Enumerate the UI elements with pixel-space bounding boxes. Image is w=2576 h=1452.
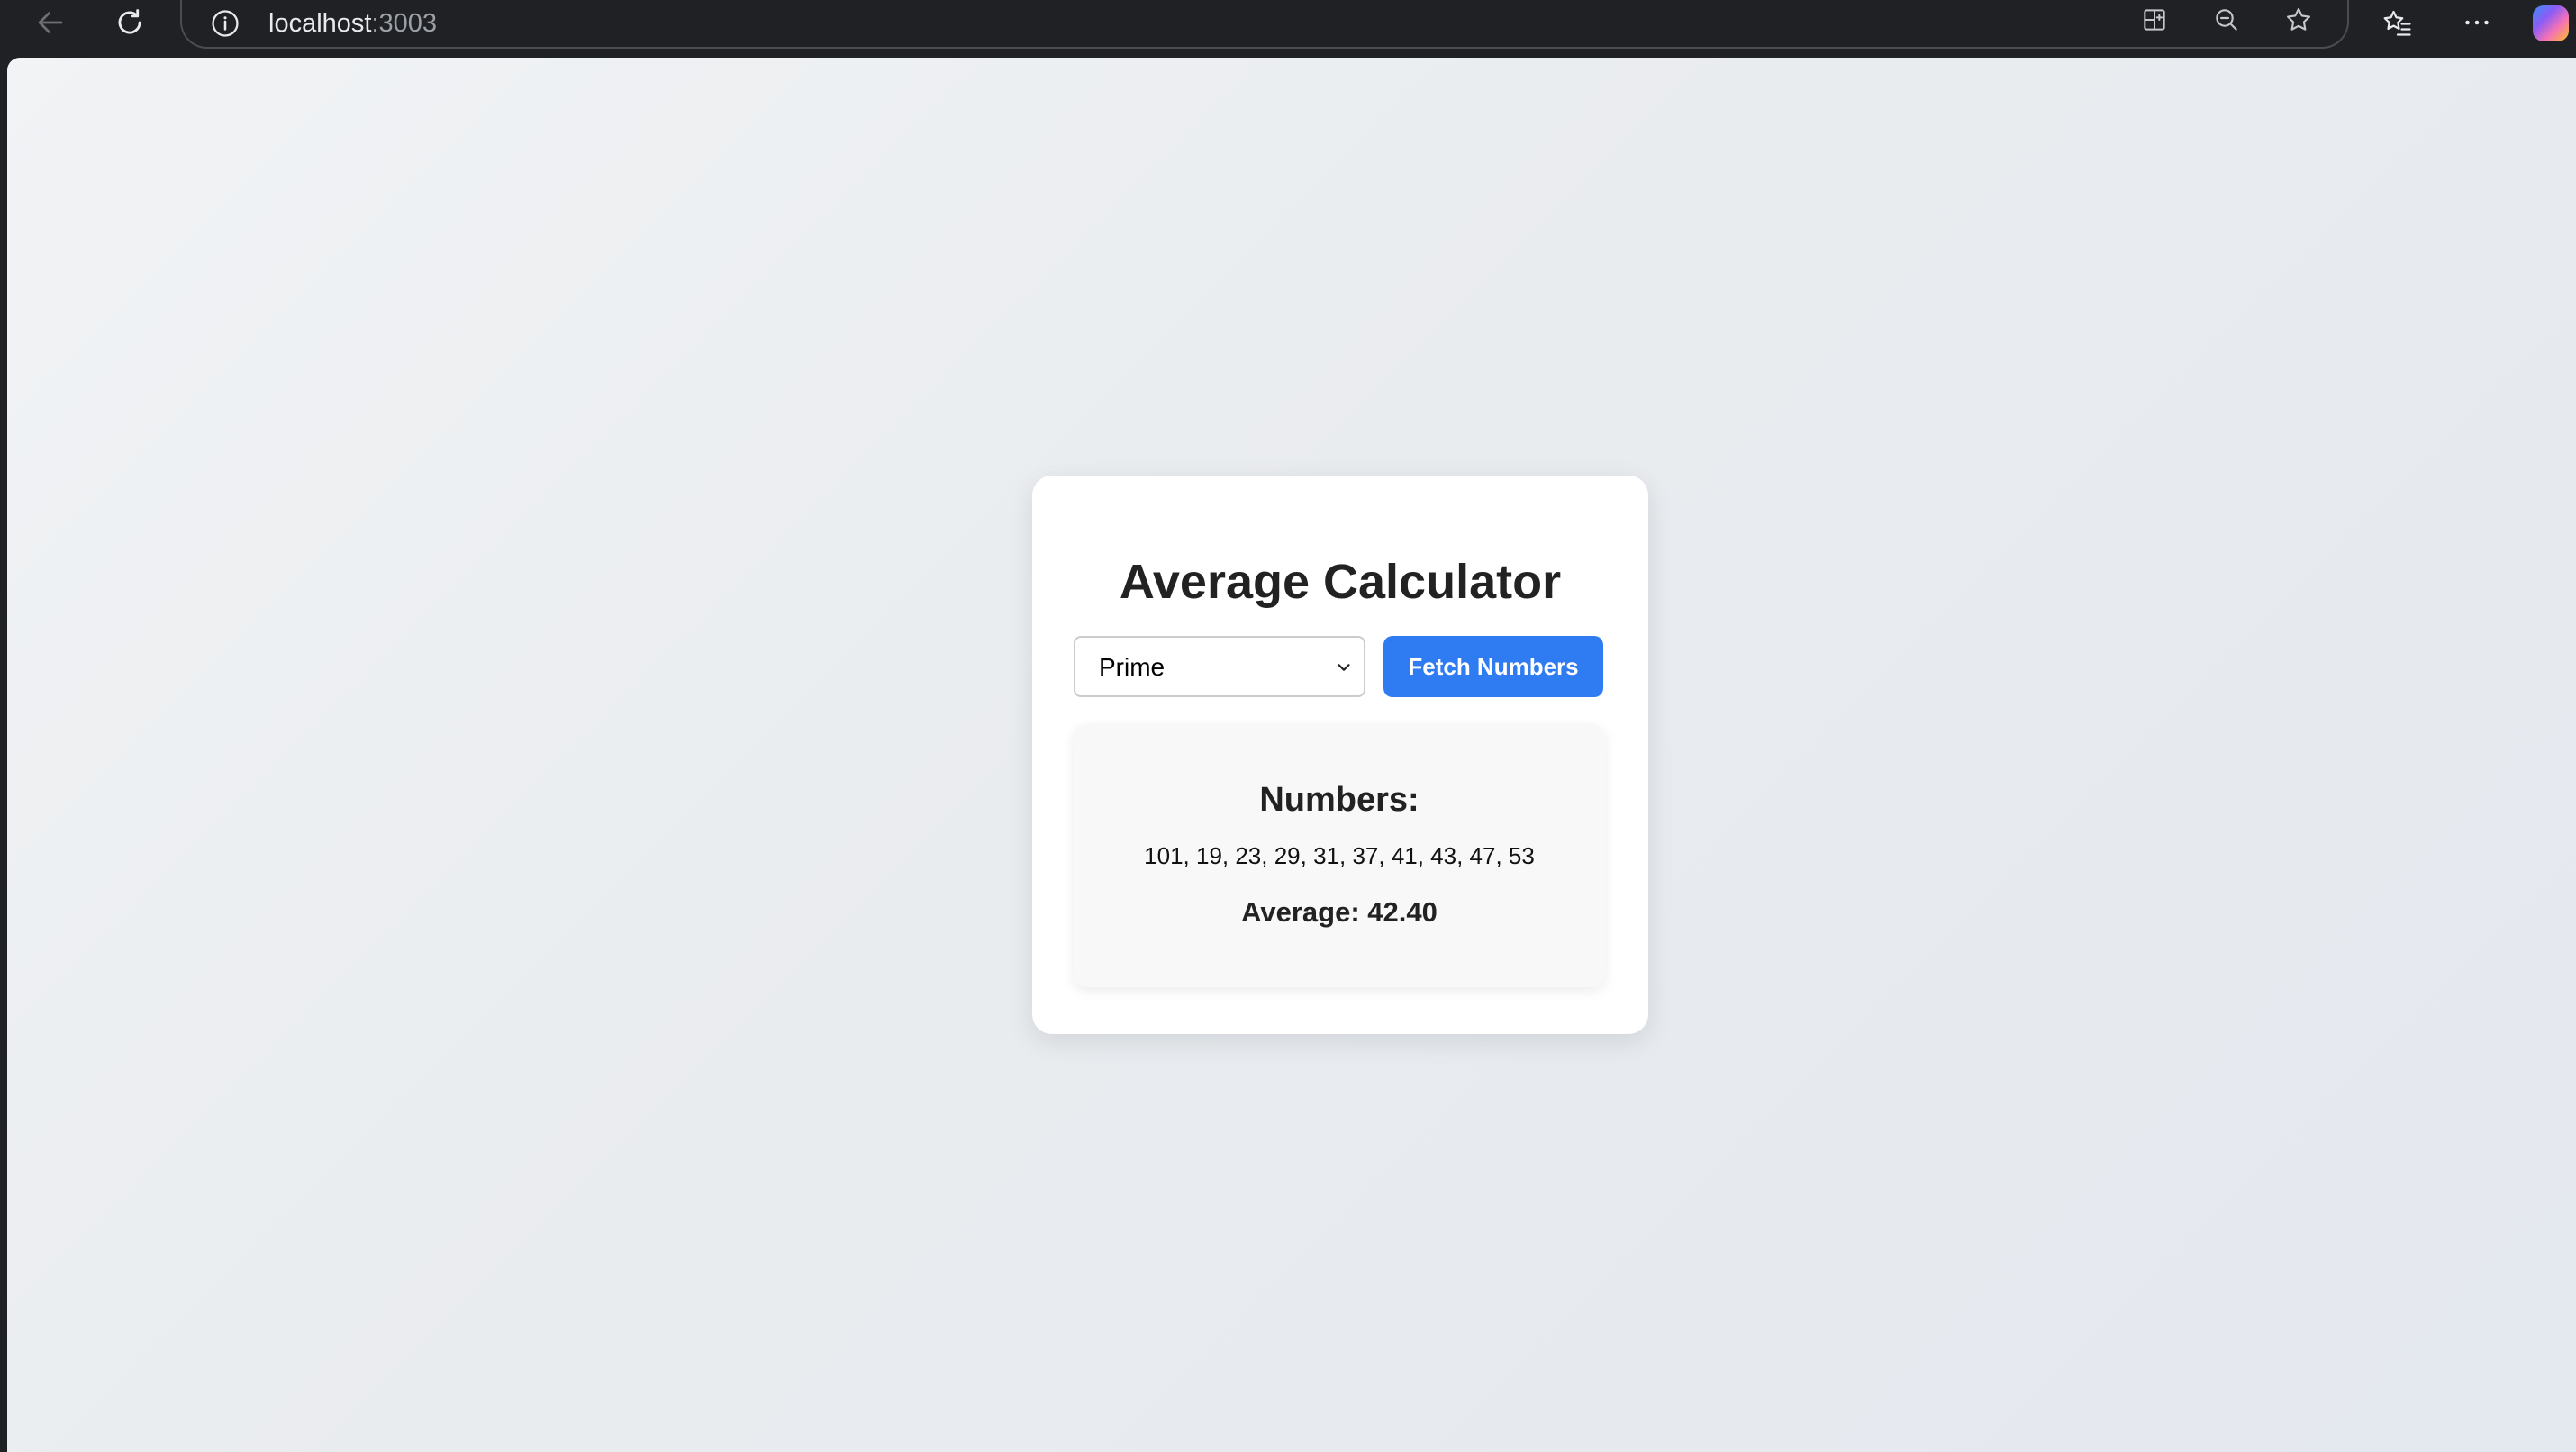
results-panel: Numbers: 101, 19, 23, 29, 31, 37, 41, 43… [1074, 724, 1605, 987]
url-host: localhost [268, 9, 372, 38]
site-info-icon[interactable] [207, 5, 243, 41]
average-value: Average: 42.40 [1241, 896, 1438, 928]
calculator-card: Average Calculator Prime Fetch Numbers N… [1032, 476, 1648, 1034]
arrow-left-icon [38, 12, 63, 33]
url-text[interactable]: localhost:3003 [268, 7, 437, 40]
star-icon [2287, 7, 2310, 31]
reload-button[interactable] [104, 0, 155, 45]
split-screen-button[interactable] [2129, 2, 2180, 38]
number-type-select[interactable]: Prime [1074, 636, 1365, 697]
back-button[interactable] [25, 0, 76, 45]
favorite-button[interactable] [2273, 2, 2324, 38]
refresh-icon [118, 9, 141, 34]
browser-toolbar: localhost:3003 [0, 0, 2576, 58]
numbers-heading: Numbers: [1259, 781, 1420, 819]
copilot-icon[interactable] [2533, 5, 2569, 41]
split-screen-icon [2144, 9, 2165, 31]
more-horizontal-icon [2465, 20, 2489, 25]
number-type-selected-value: Prime [1099, 653, 1166, 681]
address-bar[interactable]: localhost:3003 [180, 0, 2349, 49]
favorites-button[interactable] [2371, 0, 2425, 45]
page-viewport: Average Calculator Prime Fetch Numbers N… [7, 58, 2576, 1452]
chevron-down-icon [1328, 652, 1360, 683]
numbers-list: 101, 19, 23, 29, 31, 37, 41, 43, 47, 53 [1144, 842, 1535, 869]
zoom-out-icon [2216, 9, 2237, 31]
fetch-numbers-button[interactable]: Fetch Numbers [1383, 636, 1603, 697]
favorites-list-icon [2383, 10, 2411, 36]
zoom-button[interactable] [2201, 2, 2252, 38]
page-title: Average Calculator [1119, 555, 1562, 609]
more-options-button[interactable] [2450, 0, 2504, 45]
url-port: :3003 [371, 9, 438, 38]
